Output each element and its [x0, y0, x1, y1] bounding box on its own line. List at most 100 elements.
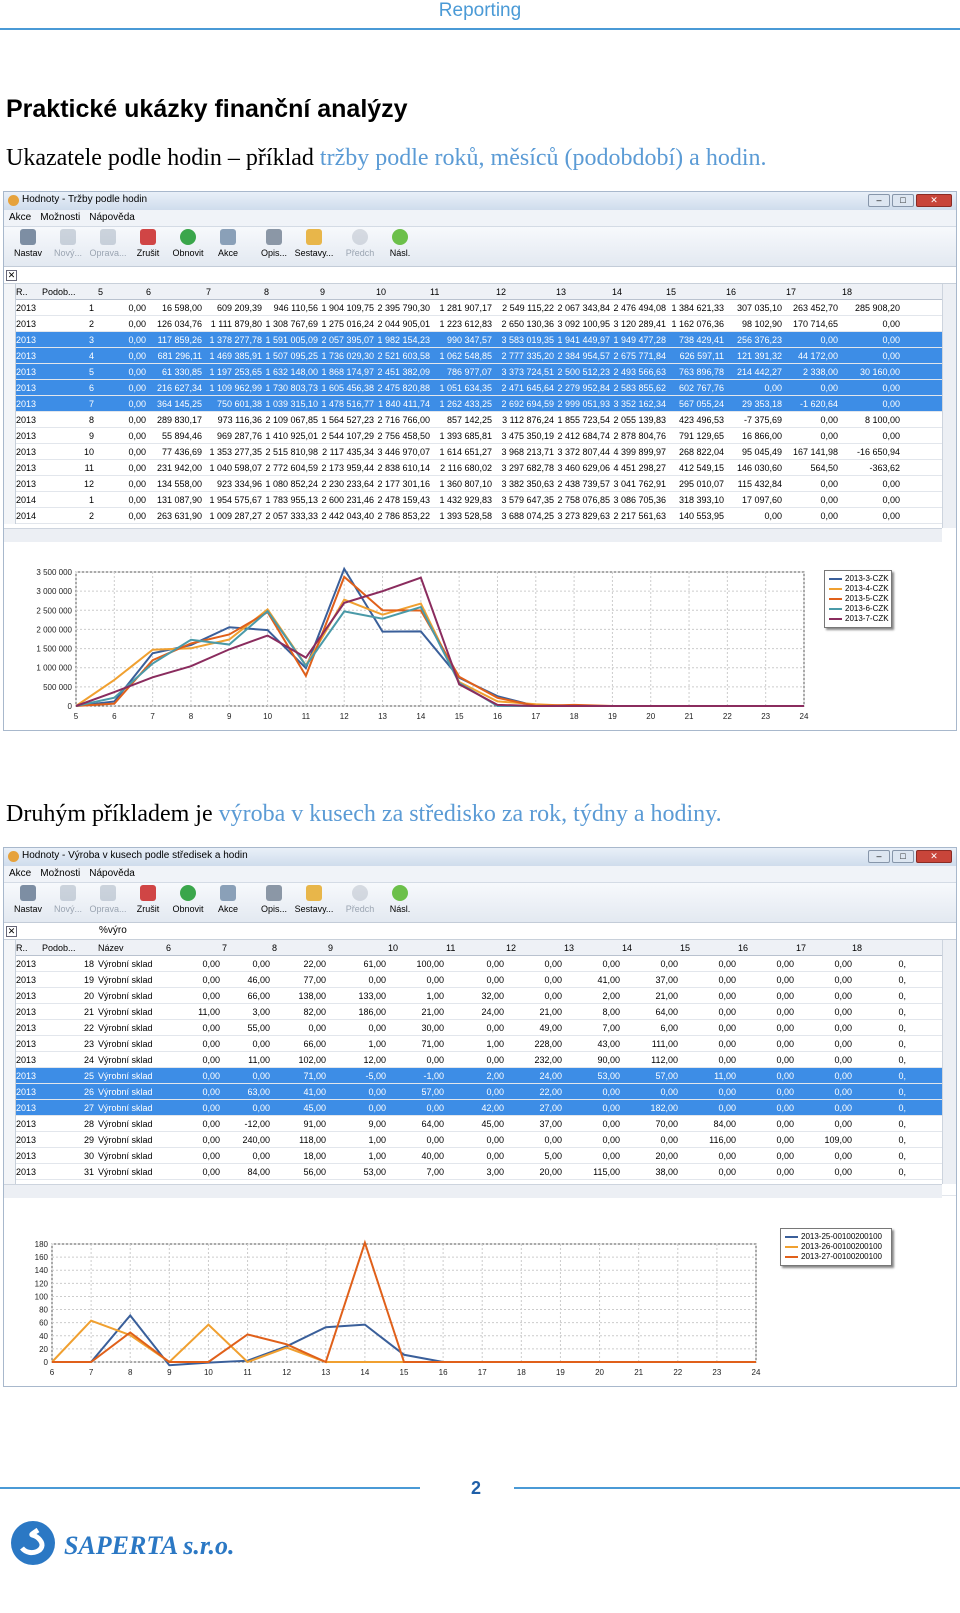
toolbar-new-button[interactable]: Nový...: [48, 885, 88, 922]
menu-moznosti[interactable]: Možnosti: [40, 868, 80, 882]
row-selector[interactable]: [4, 1084, 16, 1100]
row-selector[interactable]: [4, 492, 16, 508]
row-selector[interactable]: [4, 956, 16, 972]
table-row[interactable]: 2013 6 0,00 216 627,34 1 109 962,99 1 730 803…: [4, 380, 956, 396]
column-header[interactable]: Podob...: [42, 287, 76, 297]
table-row[interactable]: 2013 30 Výrobní sklad 0,00 0,00 18,00 1,00 40,0…: [4, 1148, 956, 1164]
row-selector[interactable]: [4, 988, 16, 1004]
clear-filter-icon[interactable]: ✕: [6, 926, 17, 937]
menu-napoveda[interactable]: Nápověda: [89, 868, 135, 882]
column-header[interactable]: 16: [726, 287, 736, 297]
row-selector[interactable]: [4, 1036, 16, 1052]
toolbar-next-button[interactable]: Násl.: [380, 229, 420, 266]
row-selector[interactable]: [4, 508, 16, 524]
column-header[interactable]: 7: [206, 287, 211, 297]
row-selector[interactable]: [4, 1004, 16, 1020]
table-row[interactable]: 2013 3 0,00 117 859,26 1 378 277,78 1 591 005…: [4, 332, 956, 348]
close-button[interactable]: ✕: [916, 194, 952, 207]
menu-akce[interactable]: Akce: [9, 868, 31, 882]
row-selector[interactable]: [4, 476, 16, 492]
menu-napoveda[interactable]: Nápověda: [89, 212, 135, 226]
table-row[interactable]: 2013 24 Výrobní sklad 0,00 11,00 102,00 12,00 0…: [4, 1052, 956, 1068]
column-header[interactable]: 15: [680, 943, 690, 953]
row-selector[interactable]: [4, 1148, 16, 1164]
row-selector[interactable]: [4, 316, 16, 332]
vertical-scrollbar[interactable]: [942, 284, 956, 528]
table-row[interactable]: 2013 19 Výrobní sklad 0,00 46,00 77,00 0,00 0,0…: [4, 972, 956, 988]
column-header[interactable]: 5: [98, 287, 103, 297]
maximize-button[interactable]: □: [892, 850, 914, 863]
toolbar-edit-button[interactable]: Oprava...: [88, 885, 128, 922]
row-selector[interactable]: [4, 380, 16, 396]
maximize-button[interactable]: □: [892, 194, 914, 207]
table-row[interactable]: 2013 26 Výrobní sklad 0,00 63,00 41,00 0,00 57,…: [4, 1084, 956, 1100]
clear-filter-icon[interactable]: ✕: [6, 270, 17, 281]
row-selector[interactable]: [4, 396, 16, 412]
table-row[interactable]: 2013 27 Výrobní sklad 0,00 0,00 45,00 0,00 0,00…: [4, 1100, 956, 1116]
table-row[interactable]: 2013 25 Výrobní sklad 0,00 0,00 71,00 -5,00 -1,…: [4, 1068, 956, 1084]
column-header[interactable]: 8: [264, 287, 269, 297]
toolbar-edit-button[interactable]: Oprava...: [88, 229, 128, 266]
toolbar-previous-button[interactable]: Předch: [340, 885, 380, 922]
column-header[interactable]: 15: [666, 287, 676, 297]
toolbar-refresh-button[interactable]: Obnovit: [168, 229, 208, 266]
table-row[interactable]: 2014 2 0,00 263 631,90 1 009 287,27 2 057 333…: [4, 508, 956, 524]
table-row[interactable]: 2013 18 Výrobní sklad 0,00 0,00 22,00 61,00 100…: [4, 956, 956, 972]
column-header[interactable]: 16: [738, 943, 748, 953]
table-row[interactable]: 2013 12 0,00 134 558,00 923 334,96 1 080 852,…: [4, 476, 956, 492]
table-row[interactable]: 2013 7 0,00 364 145,25 750 601,38 1 039 315,1…: [4, 396, 956, 412]
row-selector[interactable]: [4, 332, 16, 348]
row-selector[interactable]: [4, 444, 16, 460]
column-header[interactable]: 13: [556, 287, 566, 297]
toolbar-refresh-button[interactable]: Obnovit: [168, 885, 208, 922]
table-row[interactable]: 2013 22 Výrobní sklad 0,00 55,00 0,00 0,00 30,0…: [4, 1020, 956, 1036]
row-selector[interactable]: [4, 412, 16, 428]
menu-akce[interactable]: Akce: [9, 212, 31, 226]
table-row[interactable]: 2013 11 0,00 231 942,00 1 040 598,07 2 772 60…: [4, 460, 956, 476]
horizontal-scrollbar[interactable]: [4, 528, 942, 542]
column-header[interactable]: 11: [446, 943, 455, 953]
table-row[interactable]: 2013 29 Výrobní sklad 0,00 240,00 118,00 1,00 0…: [4, 1132, 956, 1148]
column-header[interactable]: 14: [622, 943, 632, 953]
table-row[interactable]: 2013 21 Výrobní sklad 11,00 3,00 82,00 186,00 2…: [4, 1004, 956, 1020]
toolbar-print-button[interactable]: Opis...: [254, 229, 294, 266]
table-row[interactable]: 2013 1 0,00 16 598,00 609 209,39 946 110,56 1 …: [4, 300, 956, 316]
row-selector[interactable]: [4, 1164, 16, 1180]
table-row[interactable]: 2013 5 0,00 61 330,85 1 197 253,65 1 632 148,…: [4, 364, 956, 380]
column-header[interactable]: R..: [16, 943, 28, 953]
table-row[interactable]: 2013 20 Výrobní sklad 0,00 66,00 138,00 133,00…: [4, 988, 956, 1004]
table-row[interactable]: 2013 9 0,00 55 894,46 969 287,76 1 410 925,01…: [4, 428, 956, 444]
table-row[interactable]: 2013 2 0,00 126 034,76 1 111 879,80 1 308 767…: [4, 316, 956, 332]
column-header[interactable]: 6: [166, 943, 171, 953]
filter-value[interactable]: %výro: [99, 925, 127, 936]
table-row[interactable]: 2013 10 0,00 77 436,69 1 353 277,35 2 515 810…: [4, 444, 956, 460]
row-selector[interactable]: [4, 348, 16, 364]
row-selector[interactable]: [4, 1052, 16, 1068]
row-selector[interactable]: [4, 1100, 16, 1116]
column-header[interactable]: 17: [796, 943, 806, 953]
toolbar-action-button[interactable]: Akce: [208, 229, 248, 266]
table-row[interactable]: 2014 1 0,00 131 087,90 1 954 575,67 1 783 955…: [4, 492, 956, 508]
column-header[interactable]: 9: [320, 287, 325, 297]
column-header[interactable]: 6: [146, 287, 151, 297]
column-header[interactable]: 12: [506, 943, 516, 953]
row-selector[interactable]: [4, 300, 16, 316]
column-header[interactable]: 10: [388, 943, 398, 953]
row-selector[interactable]: [4, 1132, 16, 1148]
minimize-button[interactable]: –: [868, 850, 890, 863]
column-header[interactable]: 9: [328, 943, 333, 953]
column-header[interactable]: 8: [272, 943, 277, 953]
column-header[interactable]: 18: [842, 287, 852, 297]
minimize-button[interactable]: –: [868, 194, 890, 207]
vertical-scrollbar[interactable]: [942, 940, 956, 1184]
column-header[interactable]: 18: [852, 943, 862, 953]
menu-moznosti[interactable]: Možnosti: [40, 212, 80, 226]
column-header[interactable]: 17: [786, 287, 796, 297]
column-header[interactable]: Název: [98, 943, 124, 953]
row-selector[interactable]: [4, 1116, 16, 1132]
column-header[interactable]: 13: [564, 943, 574, 953]
column-header[interactable]: R..: [16, 287, 28, 297]
toolbar-delete-button[interactable]: Zrušit: [128, 885, 168, 922]
toolbar-delete-button[interactable]: Zrušit: [128, 229, 168, 266]
row-selector[interactable]: [4, 460, 16, 476]
